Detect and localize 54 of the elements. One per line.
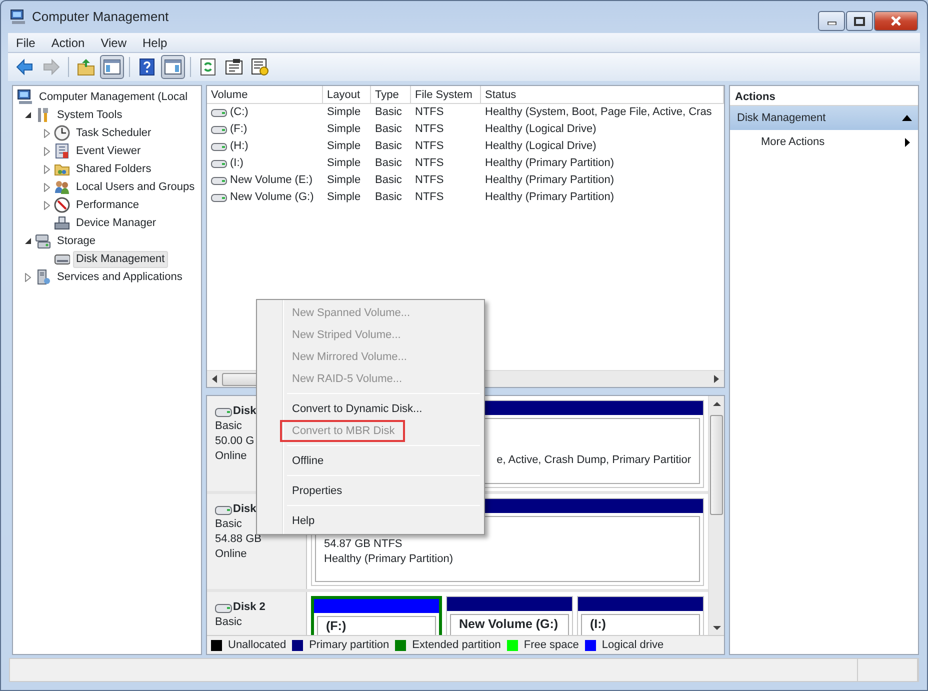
table-cell-text: New Volume (G:) <box>230 190 314 205</box>
table-cell-text: Simple <box>326 139 362 154</box>
table-cell-text: NTFS <box>414 139 445 154</box>
table-cell-text: NTFS <box>414 156 445 171</box>
partition-info: e, Active, Crash Dump, Primary Partitior <box>496 453 691 468</box>
table-cell-text: NTFS <box>414 122 445 137</box>
partition-name: (F:) <box>326 619 348 634</box>
table-cell-text: Basic <box>374 139 403 154</box>
legend-label: Unallocated <box>228 638 286 653</box>
table-cell-text: Healthy (Primary Partition) <box>484 190 615 205</box>
table-cell-text: NTFS <box>414 105 445 120</box>
table-cell-text: (H:) <box>230 139 248 154</box>
actions-group-title: Disk Management <box>737 110 826 126</box>
table-cell-text: Basic <box>374 105 403 120</box>
table-cell-text: Simple <box>326 190 362 205</box>
disk-status: Online <box>215 547 247 562</box>
table-cell-text: Simple <box>326 122 362 137</box>
table-cell-text: Basic <box>374 190 403 205</box>
table-cell-text: Basic <box>374 122 403 137</box>
table-cell-text: Basic <box>374 173 403 188</box>
partition-info: Healthy (Primary Partition) <box>324 552 454 567</box>
table-cell-text: Healthy (Logical Drive) <box>484 122 598 137</box>
legend-label: Extended partition <box>412 638 501 653</box>
table-cell-text: New Volume (E:) <box>230 173 313 188</box>
partition-name: (I:) <box>590 617 607 632</box>
action-label: More Actions <box>761 134 825 150</box>
disk-name: Disk <box>233 404 256 419</box>
disk-name: Disk <box>233 502 256 517</box>
legend-label: Primary partition <box>309 638 390 653</box>
table-cell-text: Simple <box>326 105 362 120</box>
table-cell-text: Healthy (Primary Partition) <box>484 173 615 188</box>
table-cell-text: Basic <box>374 156 403 171</box>
disk-name: Disk 2 <box>233 600 266 615</box>
table-cell-text: Simple <box>326 156 362 171</box>
legend-label: Logical drive <box>602 638 664 653</box>
disk-type: Basic <box>215 419 242 434</box>
table-cell-text: NTFS <box>414 190 445 205</box>
table-cell-text: (I:) <box>230 156 244 171</box>
legend-label: Free space <box>524 638 579 653</box>
partition-info: 54.87 GB NTFS <box>324 537 404 552</box>
disk-status: Online <box>215 449 247 464</box>
table-cell-text: (F:) <box>230 122 248 137</box>
disk-type: Basic <box>215 517 242 532</box>
table-cell-text: Healthy (Logical Drive) <box>484 139 598 154</box>
table-cell-text: Healthy (System, Boot, Page File, Active, Cras <box>484 105 713 120</box>
partition-name: New Volume (G:) <box>459 617 560 632</box>
table-cell-text: NTFS <box>414 173 445 188</box>
disk-size: 54.88 GB <box>215 532 262 547</box>
disk-type: Basic <box>215 615 242 630</box>
window-title: Computer Management <box>32 8 169 26</box>
table-cell-text: (C:) <box>230 105 248 120</box>
table-cell-text: Simple <box>326 173 362 188</box>
disk-size: 50.00 G <box>215 434 254 449</box>
table-cell-text: Healthy (Primary Partition) <box>484 156 615 171</box>
